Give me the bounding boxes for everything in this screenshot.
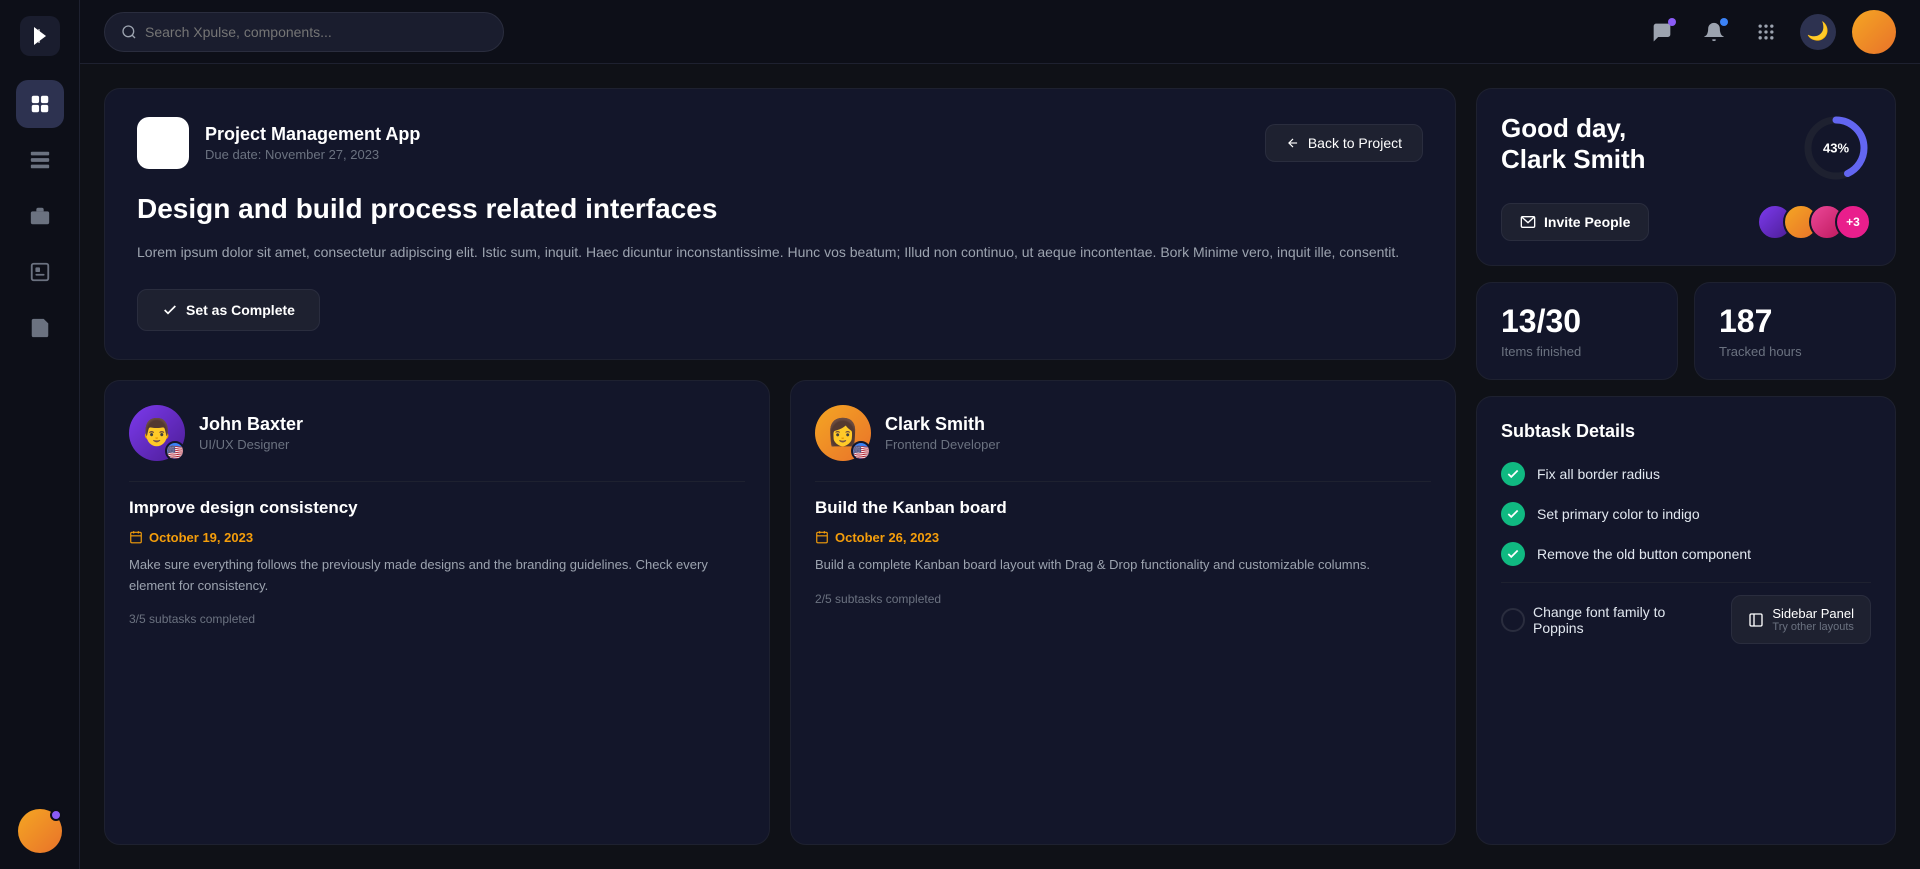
avatar-stack-extra: +3	[1835, 204, 1871, 240]
items-finished-label: Items finished	[1501, 344, 1653, 359]
content-main-column: 🖥 Project Management App Due date: Novem…	[104, 88, 1456, 845]
tracked-hours-label: Tracked hours	[1719, 344, 1871, 359]
progress-label: 43%	[1823, 141, 1849, 156]
search-icon	[121, 24, 137, 40]
member-role-john: UI/UX Designer	[199, 437, 303, 452]
subtask-empty-4	[1501, 608, 1525, 632]
right-sidebar: Good day, Clark Smith 43%	[1476, 88, 1896, 845]
search-box[interactable]	[104, 12, 504, 52]
member-name-clark: Clark Smith	[885, 414, 1000, 435]
greeting-card: Good day, Clark Smith 43%	[1476, 88, 1896, 266]
invite-people-button[interactable]: Invite People	[1501, 203, 1649, 241]
bell-icon-button[interactable]	[1696, 14, 1732, 50]
team-member-clark: 👩 🇺🇸 Clark Smith Frontend Developer	[815, 405, 1431, 461]
clark-task-date: October 26, 2023	[815, 530, 1431, 545]
topbar-right: 🌙	[1644, 10, 1896, 54]
mail-icon	[1520, 214, 1536, 230]
john-task-date: October 19, 2023	[129, 530, 745, 545]
project-name: Project Management App	[205, 124, 420, 145]
sidebar-panel-sublabel: Try other layouts	[1772, 621, 1854, 633]
items-finished-card: 13/30 Items finished	[1476, 282, 1678, 380]
subtask-details-title: Subtask Details	[1501, 421, 1871, 442]
project-due-date: Due date: November 27, 2023	[205, 147, 420, 162]
project-icon: 🖥	[137, 117, 189, 169]
sidebar-panel-button[interactable]: Sidebar Panel Try other layouts	[1731, 595, 1871, 644]
subtask-text-4: Change font family to Poppins	[1533, 604, 1719, 636]
subtask-text-2: Set primary color to indigo	[1537, 506, 1700, 522]
subtask-text-1: Fix all border radius	[1537, 466, 1660, 482]
john-task-name: Improve design consistency	[129, 498, 745, 518]
team-cards-row: 👨 🇺🇸 John Baxter UI/UX Designer Improve …	[104, 380, 1456, 845]
sidebar-item-notes[interactable]	[16, 304, 64, 352]
clark-task-detail: Build a complete Kanban board layout wit…	[815, 555, 1431, 576]
subtask-check-2	[1501, 502, 1525, 526]
back-to-project-button[interactable]: Back to Project	[1265, 124, 1423, 162]
search-input[interactable]	[145, 24, 487, 40]
sidebar-item-grid[interactable]	[16, 136, 64, 184]
subtask-bottom-row: Change font family to Poppins Sidebar Pa…	[1501, 582, 1871, 644]
topbar: 🌙	[80, 0, 1920, 64]
greeting-text: Good day, Clark Smith	[1501, 113, 1646, 175]
chat-notification-dot	[1668, 18, 1676, 26]
layout-icon	[1748, 612, 1764, 628]
john-task-detail: Make sure everything follows the previou…	[129, 555, 745, 597]
bell-notification-dot	[1720, 18, 1728, 26]
items-finished-value: 13/30	[1501, 303, 1653, 340]
subtask-item-3: Remove the old button component	[1501, 542, 1871, 566]
team-card-john: 👨 🇺🇸 John Baxter UI/UX Designer Improve …	[104, 380, 770, 845]
flag-badge-john: 🇺🇸	[165, 441, 185, 461]
tracked-hours-card: 187 Tracked hours	[1694, 282, 1896, 380]
team-card-clark: 👩 🇺🇸 Clark Smith Frontend Developer Buil…	[790, 380, 1456, 845]
avatar-stack: +3	[1757, 204, 1871, 240]
user-avatar-sidebar[interactable]	[18, 809, 62, 853]
avatar-notification-dot	[50, 809, 62, 821]
content-area: 🖥 Project Management App Due date: Novem…	[80, 64, 1920, 869]
main-content: 🌙 🖥 Project Management App Due date: Nov…	[80, 0, 1920, 869]
sidebar-item-dashboard[interactable]	[16, 80, 64, 128]
greeting-top: Good day, Clark Smith 43%	[1501, 113, 1871, 183]
metrics-row: 13/30 Items finished 187 Tracked hours	[1476, 282, 1896, 380]
progress-ring: 43%	[1801, 113, 1871, 183]
sidebar	[0, 0, 80, 869]
app-logo[interactable]	[20, 16, 60, 56]
avatar-clark: 👩 🇺🇸	[815, 405, 871, 461]
sidebar-item-briefcase[interactable]	[16, 192, 64, 240]
clark-task-name: Build the Kanban board	[815, 498, 1431, 518]
subtask-check-3	[1501, 542, 1525, 566]
divider-2	[815, 481, 1431, 482]
project-info: 🖥 Project Management App Due date: Novem…	[137, 117, 420, 169]
sidebar-item-wireframe[interactable]	[16, 248, 64, 296]
apps-icon-button[interactable]	[1748, 14, 1784, 50]
project-card: 🖥 Project Management App Due date: Novem…	[104, 88, 1456, 360]
tracked-hours-value: 187	[1719, 303, 1871, 340]
user-avatar-topbar[interactable]	[1852, 10, 1896, 54]
arrow-left-icon	[1286, 136, 1300, 150]
divider	[129, 481, 745, 482]
task-title: Design and build process related interfa…	[137, 193, 1423, 225]
subtask-check-1	[1501, 462, 1525, 486]
subtask-item-2: Set primary color to indigo	[1501, 502, 1871, 526]
avatar-john: 👨 🇺🇸	[129, 405, 185, 461]
team-member-john: 👨 🇺🇸 John Baxter UI/UX Designer	[129, 405, 745, 461]
john-subtasks-count: 3/5 subtasks completed	[129, 612, 745, 626]
theme-toggle-button[interactable]: 🌙	[1800, 14, 1836, 50]
change-font-item: Change font family to Poppins	[1501, 604, 1719, 636]
member-role-clark: Frontend Developer	[885, 437, 1000, 452]
project-header: 🖥 Project Management App Due date: Novem…	[137, 117, 1423, 169]
invite-row: Invite People +3	[1501, 203, 1871, 241]
clark-subtasks-count: 2/5 subtasks completed	[815, 592, 1431, 606]
calendar-icon-2	[815, 530, 829, 544]
task-description: Lorem ipsum dolor sit amet, consectetur …	[137, 241, 1423, 265]
flag-badge-clark: 🇺🇸	[851, 441, 871, 461]
subtask-item-1: Fix all border radius	[1501, 462, 1871, 486]
subtask-details-card: Subtask Details Fix all border radius Se…	[1476, 396, 1896, 845]
member-name-john: John Baxter	[199, 414, 303, 435]
set-complete-button[interactable]: Set as Complete	[137, 289, 320, 331]
subtask-text-3: Remove the old button component	[1537, 546, 1751, 562]
chat-icon-button[interactable]	[1644, 14, 1680, 50]
calendar-icon	[129, 530, 143, 544]
check-icon	[162, 302, 178, 318]
